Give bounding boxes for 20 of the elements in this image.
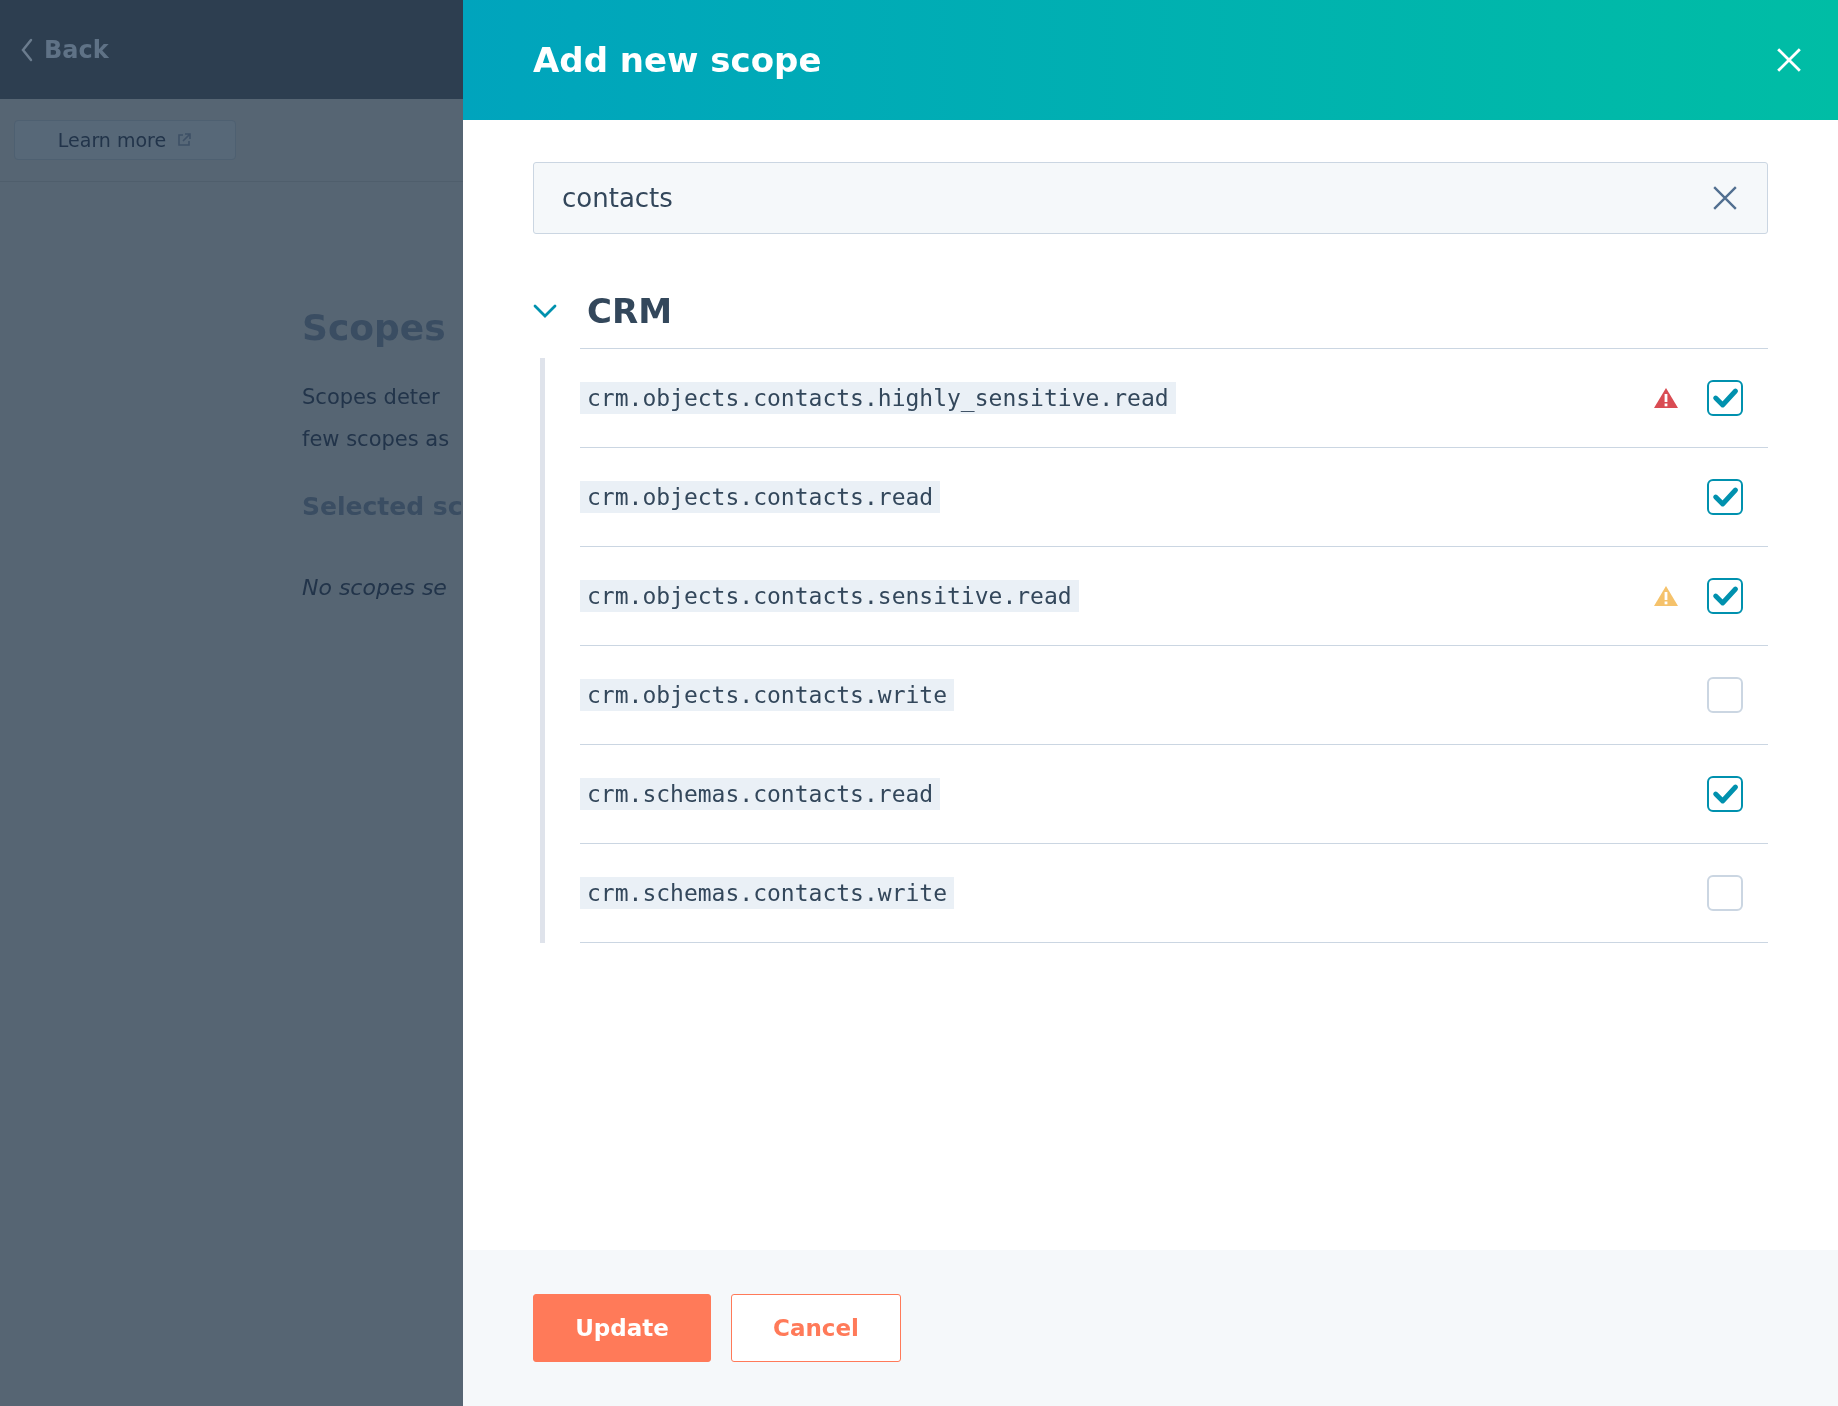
dialog-title: Add new scope [533, 40, 822, 80]
scope-name: crm.schemas.contacts.write [580, 877, 955, 909]
update-button[interactable]: Update [533, 1294, 711, 1362]
chevron-left-icon [20, 37, 34, 62]
scope-name: crm.schemas.contacts.read [580, 778, 941, 810]
scope-name: crm.objects.contacts.sensitive.read [580, 580, 1079, 612]
checkbox[interactable] [1707, 776, 1743, 812]
checkbox[interactable] [1707, 380, 1743, 416]
chevron-down-icon[interactable] [533, 304, 557, 318]
scope-name: crm.objects.contacts.highly_sensitive.read [580, 382, 1176, 414]
scope-name: crm.objects.contacts.read [580, 481, 941, 513]
group-title: CRM [587, 291, 672, 331]
cancel-button[interactable]: Cancel [731, 1294, 901, 1362]
scope-name: crm.objects.contacts.write [580, 679, 955, 711]
checkbox[interactable] [1707, 578, 1743, 614]
checkbox[interactable] [1707, 479, 1743, 515]
search-field[interactable]: contacts [533, 162, 1768, 234]
clear-icon[interactable] [1712, 185, 1738, 211]
external-link-icon [176, 132, 193, 148]
close-icon[interactable] [1776, 47, 1802, 73]
